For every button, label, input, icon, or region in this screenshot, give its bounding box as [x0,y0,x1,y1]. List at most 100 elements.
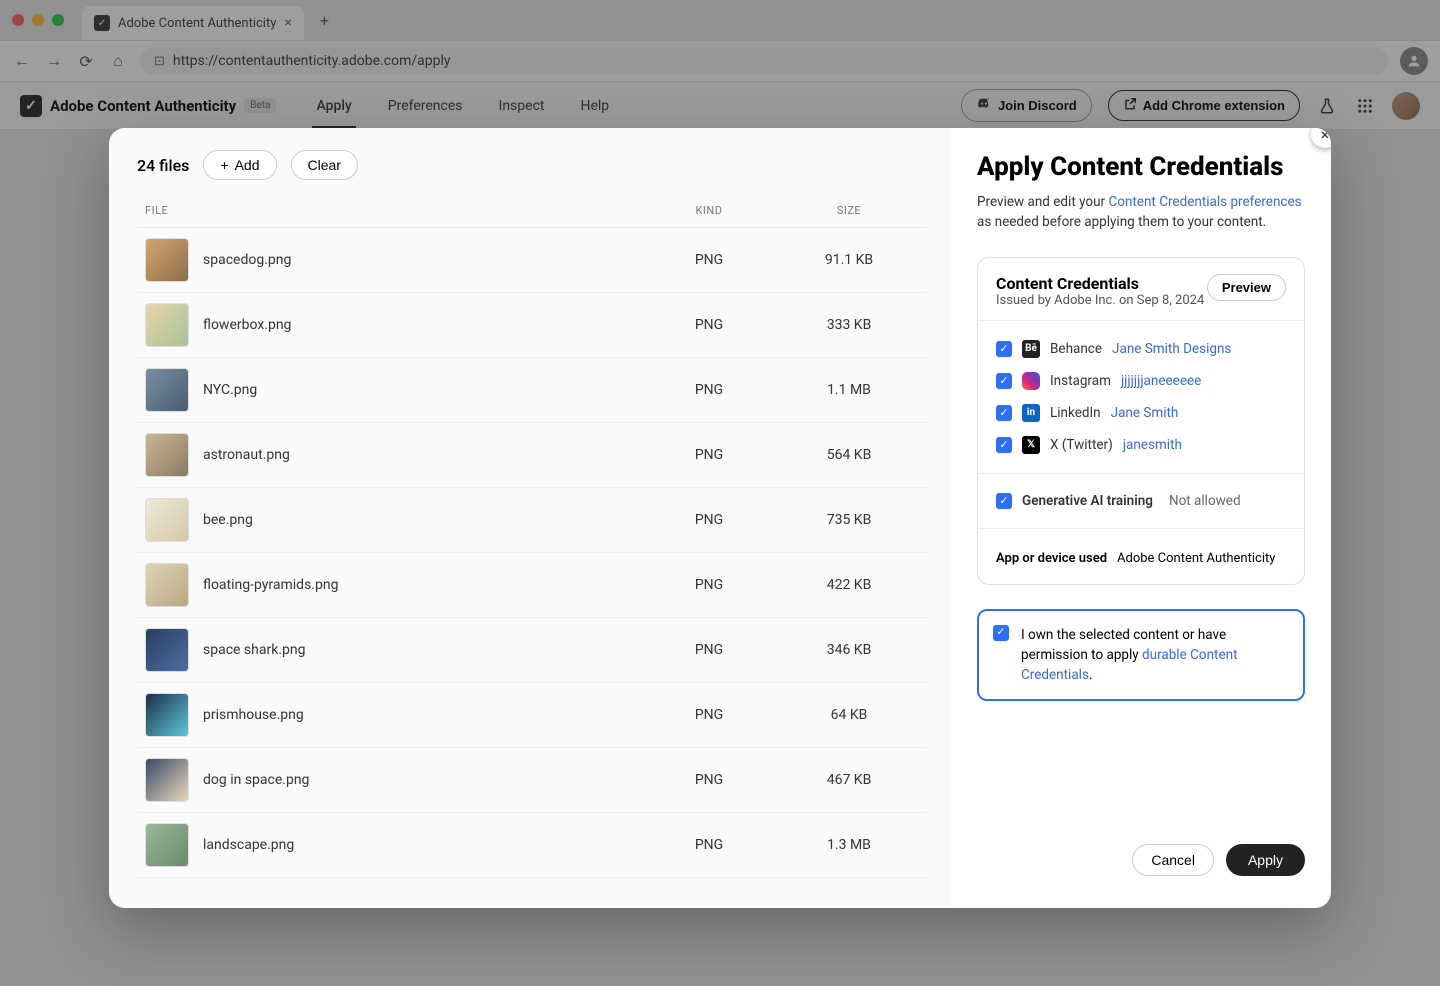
plus-icon: + [220,157,228,173]
table-row[interactable]: dog in space.png PNG 467 KB [137,748,927,813]
file-kind: PNG [639,642,779,658]
social-handle: Jane Smith Designs [1112,341,1231,357]
apply-button[interactable]: Apply [1226,844,1305,876]
social-platform: Behance [1050,341,1102,357]
file-count: 24 files [137,156,189,175]
file-name: prismhouse.png [203,707,639,723]
checkbox-icon[interactable]: ✓ [996,437,1012,453]
files-panel: 24 files + Add Clear FILE KIND SIZE spac… [109,128,951,908]
panel-title: Apply Content Credentials [977,152,1305,182]
checkbox-icon[interactable]: ✓ [996,493,1012,509]
modal-overlay: × 24 files + Add Clear FILE KIND SIZE [0,0,1440,986]
genai-row[interactable]: ✓ Generative AI training Not allowed [996,486,1286,516]
preview-button[interactable]: Preview [1207,274,1286,301]
li-icon: in [1022,404,1040,422]
file-name: NYC.png [203,382,639,398]
card-issuer: Issued by Adobe Inc. on Sep 8, 2024 [996,293,1204,308]
file-name: landscape.png [203,837,639,853]
file-name: dog in space.png [203,772,639,788]
thumbnail [145,563,189,607]
social-platform: LinkedIn [1050,405,1101,421]
checkbox-icon[interactable]: ✓ [996,373,1012,389]
file-size: 346 KB [779,642,919,658]
file-rows: spacedog.png PNG 91.1 KB flowerbox.png P… [137,228,927,878]
file-kind: PNG [639,577,779,593]
thumbnail [145,303,189,347]
apply-credentials-modal: × 24 files + Add Clear FILE KIND SIZE [109,128,1331,908]
table-row[interactable]: flowerbox.png PNG 333 KB [137,293,927,358]
file-name: flowerbox.png [203,317,639,333]
table-row[interactable]: spacedog.png PNG 91.1 KB [137,228,927,293]
social-row[interactable]: ✓ Instagram jjjjjjjaneeeeee [996,365,1286,397]
table-row[interactable]: bee.png PNG 735 KB [137,488,927,553]
col-kind: KIND [639,204,779,217]
cancel-button[interactable]: Cancel [1132,844,1214,876]
file-name: spacedog.png [203,252,639,268]
app-used-value: Adobe Content Authenticity [1117,551,1275,566]
social-platform: X (Twitter) [1050,437,1113,453]
social-row[interactable]: ✓ in LinkedIn Jane Smith [996,397,1286,429]
file-kind: PNG [639,707,779,723]
file-size: 64 KB [779,707,919,723]
ig-icon [1022,372,1040,390]
table-row[interactable]: prismhouse.png PNG 64 KB [137,683,927,748]
file-name: space shark.png [203,642,639,658]
file-size: 564 KB [779,447,919,463]
col-size: SIZE [779,204,919,217]
file-kind: PNG [639,252,779,268]
social-handle: jjjjjjjaneeeeee [1121,373,1201,389]
genai-label: Generative AI training [1022,493,1153,509]
app-used-row: App or device used Adobe Content Authent… [996,541,1286,568]
ownership-text: I own the selected content or have permi… [1021,625,1289,686]
thumbnail [145,758,189,802]
ownership-checkbox-box[interactable]: ✓ I own the selected content or have per… [977,609,1305,702]
table-row[interactable]: NYC.png PNG 1.1 MB [137,358,927,423]
thumbnail [145,823,189,867]
preferences-link[interactable]: Content Credentials preferences [1108,194,1301,210]
file-table-head: FILE KIND SIZE [137,194,927,228]
thumbnail [145,693,189,737]
social-row[interactable]: ✓ 𝕏 X (Twitter) janesmith [996,429,1286,461]
thumbnail [145,368,189,412]
panel-subtitle: Preview and edit your Content Credential… [977,192,1305,233]
file-table: FILE KIND SIZE spacedog.png PNG 91.1 KB … [137,194,927,908]
credentials-panel: Apply Content Credentials Preview and ed… [951,128,1331,908]
social-rows: ✓ Bē Behance Jane Smith Designs ✓ Instag… [996,333,1286,461]
checkbox-icon[interactable]: ✓ [996,341,1012,357]
table-row[interactable]: astronaut.png PNG 564 KB [137,423,927,488]
checkbox-icon[interactable]: ✓ [996,405,1012,421]
col-file: FILE [145,204,639,217]
app-used-label: App or device used [996,551,1107,566]
add-button[interactable]: + Add [203,150,276,180]
file-kind: PNG [639,447,779,463]
table-row[interactable]: floating-pyramids.png PNG 422 KB [137,553,927,618]
file-kind: PNG [639,772,779,788]
file-kind: PNG [639,837,779,853]
file-kind: PNG [639,512,779,528]
checkbox-icon[interactable]: ✓ [993,625,1009,641]
card-title: Content Credentials [996,274,1204,293]
file-kind: PNG [639,382,779,398]
file-size: 1.1 MB [779,382,919,398]
social-handle: janesmith [1123,437,1182,453]
file-size: 422 KB [779,577,919,593]
be-icon: Bē [1022,340,1040,358]
credentials-card: Content Credentials Issued by Adobe Inc.… [977,257,1305,585]
thumbnail [145,238,189,282]
file-size: 735 KB [779,512,919,528]
social-row[interactable]: ✓ Bē Behance Jane Smith Designs [996,333,1286,365]
file-kind: PNG [639,317,779,333]
x-icon: 𝕏 [1022,436,1040,454]
table-row[interactable]: landscape.png PNG 1.3 MB [137,813,927,878]
file-size: 333 KB [779,317,919,333]
thumbnail [145,628,189,672]
thumbnail [145,433,189,477]
social-handle: Jane Smith [1111,405,1179,421]
file-name: bee.png [203,512,639,528]
clear-label: Clear [308,157,341,173]
table-row[interactable]: space shark.png PNG 346 KB [137,618,927,683]
file-name: astronaut.png [203,447,639,463]
clear-button[interactable]: Clear [291,150,358,180]
file-name: floating-pyramids.png [203,577,639,593]
add-label: Add [235,157,260,173]
